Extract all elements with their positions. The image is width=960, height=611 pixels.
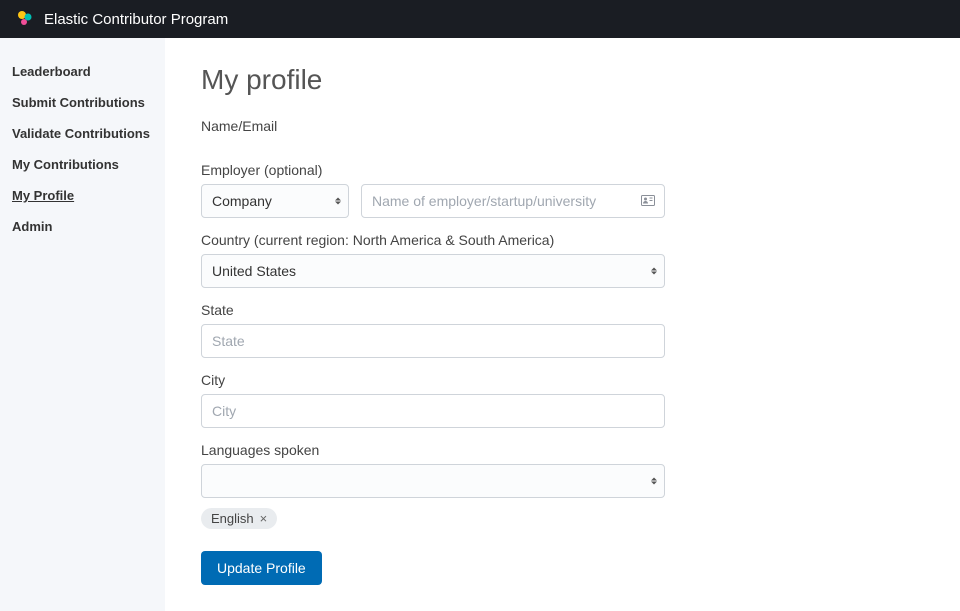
employer-type-select[interactable]: Company	[201, 184, 349, 218]
main-content: My profile Name/Email Employer (optional…	[165, 38, 960, 611]
state-label: State	[201, 302, 924, 318]
elastic-logo-icon	[16, 10, 34, 28]
close-icon[interactable]: ×	[260, 512, 268, 525]
header-title: Elastic Contributor Program	[44, 11, 228, 28]
state-input[interactable]	[201, 324, 665, 358]
city-input[interactable]	[201, 394, 665, 428]
sidebar-item-leaderboard[interactable]: Leaderboard	[12, 56, 153, 87]
employer-label: Employer (optional)	[201, 162, 924, 178]
sidebar-item-submit-contributions[interactable]: Submit Contributions	[12, 87, 153, 118]
name-email-label: Name/Email	[201, 118, 924, 134]
languages-select[interactable]	[201, 464, 665, 498]
country-select[interactable]: United States	[201, 254, 665, 288]
sidebar-item-my-profile[interactable]: My Profile	[12, 180, 153, 211]
page-title: My profile	[201, 64, 924, 96]
country-label: Country (current region: North America &…	[201, 232, 924, 248]
update-profile-button[interactable]: Update Profile	[201, 551, 322, 585]
language-tag-label: English	[211, 511, 254, 526]
sidebar-item-admin[interactable]: Admin	[12, 211, 153, 242]
languages-label: Languages spoken	[201, 442, 924, 458]
city-label: City	[201, 372, 924, 388]
employer-name-input[interactable]	[361, 184, 665, 218]
sidebar-item-my-contributions[interactable]: My Contributions	[12, 149, 153, 180]
language-tag: English ×	[201, 508, 277, 529]
header: Elastic Contributor Program	[0, 0, 960, 38]
sidebar-item-validate-contributions[interactable]: Validate Contributions	[12, 118, 153, 149]
sidebar: Leaderboard Submit Contributions Validat…	[0, 38, 165, 611]
